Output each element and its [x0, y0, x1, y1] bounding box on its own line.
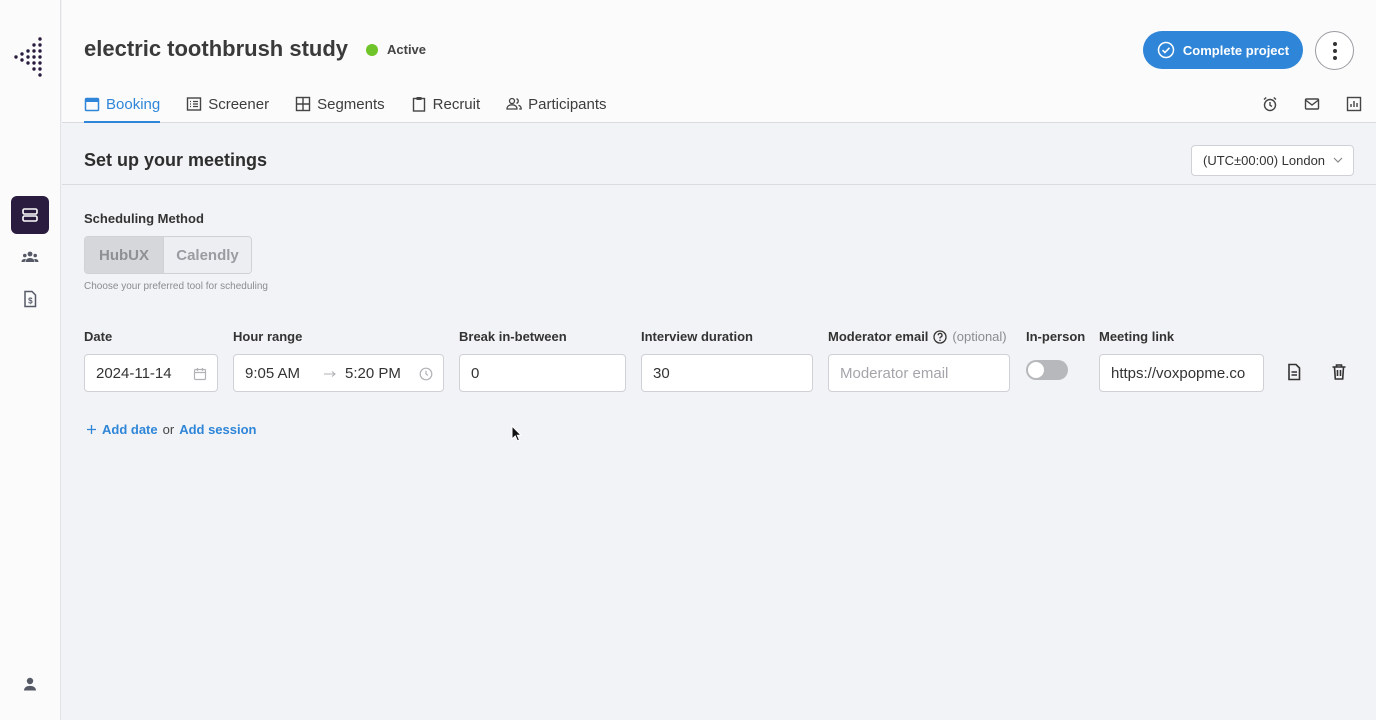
document-icon[interactable]: [1285, 363, 1303, 381]
project-title: electric toothbrush study: [84, 36, 349, 61]
duration-value: 30: [653, 364, 670, 382]
tab-label: Screener: [208, 96, 270, 113]
server-icon: [22, 208, 38, 222]
project-header: electric toothbrush study Active Complet…: [62, 0, 1376, 123]
break-value: 0: [471, 364, 480, 382]
plus-icon: [87, 425, 96, 434]
break-label: Break in-between: [459, 329, 567, 344]
calendar-icon: [193, 368, 207, 381]
svg-text:$: $: [28, 297, 33, 306]
sidebar-item-projects[interactable]: [11, 196, 49, 234]
or-text: or: [162, 422, 175, 437]
moderator-email-input[interactable]: Moderator email: [828, 354, 1010, 392]
trash-icon[interactable]: [1330, 363, 1348, 381]
status-dot-icon: [366, 43, 378, 56]
tab-label: Booking: [106, 96, 161, 113]
complete-project-button[interactable]: Complete project: [1143, 31, 1303, 69]
toggle-knob: [1028, 362, 1044, 378]
complete-project-label: Complete project: [1182, 42, 1290, 58]
sidebar-item-people[interactable]: [11, 238, 49, 276]
clock-icon: [419, 367, 433, 381]
user-icon: [24, 677, 36, 691]
status-label: Active: [387, 42, 427, 57]
scheduling-method-toggle: HubUX Calendly: [84, 236, 252, 274]
tab-booking[interactable]: Booking: [84, 96, 161, 123]
scheduling-method-label: Scheduling Method: [84, 211, 204, 226]
add-session-link[interactable]: Add session: [179, 422, 256, 437]
sidebar-item-account[interactable]: [11, 665, 49, 703]
meeting-link-value: https://voxpopme.co: [1111, 364, 1246, 382]
check-circle-icon: [1157, 41, 1175, 59]
invoice-icon: $: [24, 290, 37, 308]
people-icon: [506, 97, 523, 110]
date-value: 2024-11-14: [96, 364, 172, 382]
meeting-link-input[interactable]: https://voxpopme.co: [1099, 354, 1264, 392]
meeting-link-label: Meeting link: [1099, 329, 1175, 344]
tab-label: Segments: [317, 96, 385, 113]
duration-label: Interview duration: [641, 329, 753, 344]
list-icon: [187, 97, 202, 111]
chart-icon[interactable]: [1346, 96, 1362, 112]
break-input[interactable]: 0: [459, 354, 626, 392]
people-icon: [21, 251, 39, 262]
moderator-label: Moderator email: [828, 329, 929, 344]
optional-label: (optional): [952, 329, 1007, 344]
add-date-link[interactable]: Add date: [102, 422, 158, 437]
tab-label: Participants: [528, 96, 607, 113]
sidebar-item-billing[interactable]: $: [11, 280, 49, 318]
scheduling-hint: Choose your preferred tool for schedulin…: [84, 281, 268, 292]
hour-range-picker[interactable]: 9:05 AM 5:20 PM: [233, 354, 444, 392]
header-tools: [1262, 96, 1362, 112]
project-tabs: Booking Screener Segments Recruit Partic…: [84, 96, 633, 123]
meetings-form: Scheduling Method HubUX Calendly Choose …: [62, 186, 1376, 720]
end-time-value[interactable]: 5:20 PM: [345, 365, 401, 382]
logo-icon[interactable]: [12, 36, 46, 78]
timezone-value: (UTC±00:00) London: [1203, 153, 1326, 168]
moderator-email-placeholder: Moderator email: [840, 364, 949, 382]
tab-label: Recruit: [432, 96, 481, 113]
in-person-label: In-person: [1026, 329, 1086, 344]
help-icon[interactable]: [933, 329, 948, 344]
tab-participants[interactable]: Participants: [506, 96, 607, 123]
more-options-button[interactable]: [1315, 31, 1354, 70]
date-label: Date: [84, 329, 113, 344]
timezone-select[interactable]: (UTC±00:00) London: [1191, 145, 1354, 176]
section-title: Set up your meetings: [84, 150, 268, 170]
moderator-label-group: Moderator email (optional): [828, 329, 1007, 344]
in-person-toggle[interactable]: [1026, 360, 1068, 380]
sidebar: $: [0, 0, 61, 720]
arrow-right-icon: [324, 371, 336, 377]
mail-icon[interactable]: [1304, 96, 1320, 112]
more-vertical-icon: [1332, 41, 1337, 60]
tab-segments[interactable]: Segments: [295, 96, 385, 123]
tab-screener[interactable]: Screener: [186, 96, 269, 123]
section-header: Set up your meetings (UTC±00:00) London: [62, 124, 1376, 185]
alarm-icon[interactable]: [1262, 96, 1278, 112]
option-hubux[interactable]: HubUX: [85, 237, 163, 273]
mouse-cursor-icon: [511, 425, 523, 442]
date-picker[interactable]: 2024-11-14: [84, 354, 218, 392]
option-calendly[interactable]: Calendly: [163, 237, 251, 273]
status-badge: Active: [366, 42, 426, 57]
calendar-icon: [84, 97, 100, 112]
add-actions: Add date or Add session: [86, 422, 256, 437]
grid-icon: [295, 96, 311, 112]
hour-range-label: Hour range: [233, 329, 303, 344]
start-time-value[interactable]: 9:05 AM: [245, 365, 300, 382]
clipboard-icon: [412, 97, 425, 112]
tab-recruit[interactable]: Recruit: [411, 96, 481, 123]
chevron-down-icon: [1333, 157, 1343, 163]
duration-input[interactable]: 30: [641, 354, 813, 392]
